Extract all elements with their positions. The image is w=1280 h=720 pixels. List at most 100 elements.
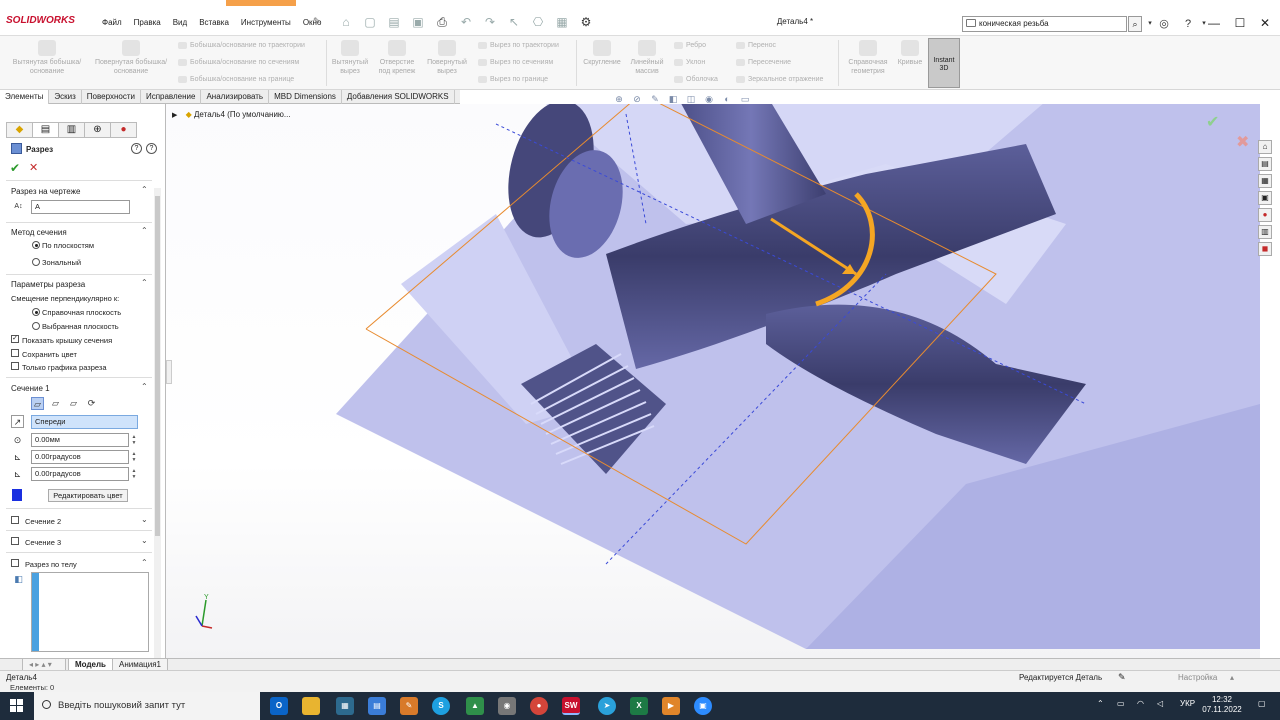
intersect-button[interactable]: Пересечение (734, 57, 791, 68)
x-rotation-input[interactable]: 0.00градусов (31, 450, 129, 464)
display-manager-tab[interactable]: ● (110, 122, 137, 138)
tray-network-icon[interactable]: ▭ (1117, 699, 1125, 708)
tray-chevron-icon[interactable]: ⌃ (1097, 699, 1104, 708)
x-rotation-spinner[interactable]: ▲ ▼ (131, 451, 137, 463)
feature-tree-flyout[interactable]: ▶ ◆ Деталь4 (По умолчанию... (172, 110, 291, 119)
user-account-icon[interactable]: ◎ (1156, 16, 1172, 32)
previous-view-icon[interactable]: ✎ (648, 94, 662, 106)
units-dropdown-icon[interactable]: ▴ (1230, 673, 1234, 682)
reverse-direction-icon[interactable]: ⟳ (85, 397, 98, 410)
section3-checkbox[interactable] (11, 537, 19, 545)
panel-scrollbar[interactable] (154, 188, 161, 658)
confirm-cancel-icon[interactable]: ✖ (1236, 132, 1249, 152)
graphics-viewport[interactable]: Y (166, 104, 1260, 658)
collapse-chevron-icon[interactable]: ⌃ (141, 278, 148, 287)
excel-app-icon[interactable]: X (630, 697, 648, 715)
property-manager-tab[interactable]: ▤ (32, 122, 59, 138)
draft-button[interactable]: Уклон (672, 57, 705, 68)
print-icon[interactable]: ⎙ (432, 14, 452, 30)
radio-ref-plane[interactable] (32, 308, 40, 316)
section1-header[interactable]: Сечение 1 (11, 384, 50, 393)
tray-language[interactable]: УКР (1180, 699, 1195, 708)
paint-app-icon[interactable]: ✎ (400, 697, 418, 715)
home-pane-icon[interactable]: ⌂ (1258, 140, 1272, 154)
tab-mbd[interactable]: MBD Dimensions (269, 90, 342, 104)
radio-zonal[interactable] (32, 258, 40, 266)
properties-pane-icon[interactable]: ▥ (1258, 225, 1272, 239)
offset-distance-input[interactable]: 0.00мм (31, 433, 129, 447)
graphics-only-checkbox[interactable] (11, 362, 19, 370)
dimxpert-tab[interactable]: ⊕ (84, 122, 111, 138)
photos-app-icon[interactable]: ▲ (466, 697, 484, 715)
hide-show-icon[interactable]: ◐ (720, 94, 734, 106)
revolve-cut-button[interactable]: Повернутый вырез (424, 40, 470, 76)
bodies-listbox[interactable] (31, 572, 149, 652)
tab-sketch[interactable]: Эскиз (49, 90, 82, 104)
section-drawing-header[interactable]: Разрез на чертеже (11, 187, 80, 196)
section2-checkbox[interactable] (11, 516, 19, 524)
maximize-icon[interactable]: ☐ (1228, 14, 1252, 32)
show-cap-checkbox[interactable]: ✓ (11, 335, 19, 343)
loft-cut-button[interactable]: Вырез по сечениям (476, 57, 553, 68)
library-pane-icon[interactable]: ▦ (1258, 174, 1272, 188)
scene-icon[interactable]: ▭ (738, 94, 752, 106)
keep-color-checkbox[interactable] (11, 349, 19, 357)
zoom-fit-icon[interactable]: ⊕ (612, 94, 626, 106)
by-body-checkbox[interactable] (11, 559, 19, 567)
collapse-chevron-icon[interactable]: ⌃ (141, 382, 148, 391)
mirror-button[interactable]: Зеркальное отражение (734, 74, 823, 85)
zoom-app-icon[interactable]: ▣ (694, 697, 712, 715)
collapse-chevron-icon[interactable]: ⌃ (141, 226, 148, 235)
tab-direct-edit[interactable]: Исправление (141, 90, 202, 104)
collapse-chevron-icon[interactable]: ⌃ (141, 185, 148, 194)
tab-features[interactable]: Элементы (0, 90, 50, 104)
detail-help-icon[interactable]: ? (146, 143, 157, 154)
menu-insert[interactable]: Вставка (193, 16, 235, 29)
search-icon[interactable]: ⌕ (1128, 16, 1142, 32)
solidworks-tool-icon[interactable]: ◉ (498, 697, 516, 715)
extrude-cut-button[interactable]: Вытянутый вырез (330, 40, 370, 76)
minimize-icon[interactable]: — (1202, 14, 1226, 32)
open-icon[interactable]: ▤ (384, 14, 404, 30)
panel-resize-handle[interactable] (166, 360, 172, 384)
config-manager-tab[interactable]: ▥ (58, 122, 85, 138)
solidworks-logo[interactable]: SOLIDWORKS (6, 15, 86, 29)
undo-icon[interactable]: ↶ (456, 14, 476, 30)
new-doc-icon[interactable]: ▢ (360, 14, 380, 30)
boundary-cut-button[interactable]: Вырез по границе (476, 74, 548, 85)
ref-geometry-button[interactable]: Справочная геометрия (842, 40, 894, 76)
menu-view[interactable]: Вид (167, 16, 193, 29)
instant3d-button[interactable]: Instant 3D (928, 38, 960, 88)
home-icon[interactable]: ⌂ (336, 14, 356, 30)
tray-volume-icon[interactable]: ◁ (1157, 699, 1163, 708)
select-icon[interactable]: ↖ (504, 14, 524, 30)
outlook-app-icon[interactable]: O (270, 697, 288, 715)
help-icon[interactable]: ? (131, 143, 142, 154)
menu-tools[interactable]: Инструменты (235, 16, 297, 29)
cap-color-swatch[interactable] (12, 489, 22, 501)
chrome-app-icon[interactable]: ● (530, 697, 548, 715)
calculator-icon[interactable]: ▦ (336, 697, 354, 715)
tab-evaluate[interactable]: Анализировать (201, 90, 270, 104)
rib-button[interactable]: Ребро (672, 40, 706, 51)
solidworks-app-icon[interactable]: SW (562, 697, 580, 715)
method-header[interactable]: Метод сечения (11, 228, 67, 237)
pin-icon[interactable]: ✎ (313, 16, 321, 27)
close-icon[interactable]: ✕ (1253, 14, 1277, 32)
feature-manager-tab[interactable]: ◆ (6, 122, 33, 138)
forum-pane-icon[interactable]: ◼ (1258, 242, 1272, 256)
cancel-x-icon[interactable]: ✕ (29, 161, 38, 174)
help-icon[interactable]: ? (1180, 16, 1196, 32)
boundary-boss-button[interactable]: Бобышка/основание на границе (176, 74, 294, 85)
save-icon[interactable]: ▣ (408, 14, 428, 30)
offset-spinner[interactable]: ▲ ▼ (131, 434, 137, 446)
radio-by-planes[interactable] (32, 241, 40, 249)
loft-boss-button[interactable]: Бобышка/основание по сечениям (176, 57, 299, 68)
presentation-app-icon[interactable]: ▶ (662, 697, 680, 715)
y-rotation-input[interactable]: 0.00градусов (31, 467, 129, 481)
options-gear-icon[interactable]: ⚙ (576, 14, 596, 30)
view-orientation-icon[interactable]: ◫ (684, 94, 698, 106)
appearance-pane-icon[interactable]: ● (1258, 208, 1272, 222)
taskbar-clock[interactable]: 12:32 07.11.2022 (1202, 695, 1242, 715)
wrap-button[interactable]: Перенос (734, 40, 776, 51)
